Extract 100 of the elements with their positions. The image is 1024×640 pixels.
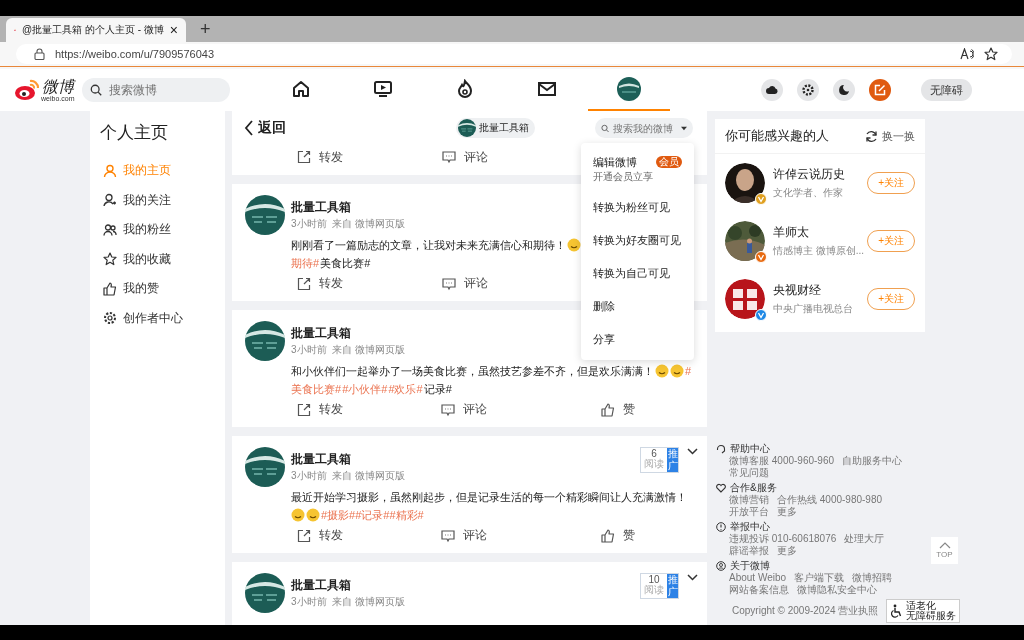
read-aloud-icon[interactable] [960,48,974,60]
author-name[interactable]: 批量工具箱 [291,199,351,215]
footer-link[interactable]: 辟谣举报 [729,545,769,557]
footer-link[interactable]: 微博招聘 [852,572,893,584]
user-name[interactable]: 央视财经 [773,282,860,299]
search-input[interactable]: 搜索微博 [108,83,223,97]
menu-item[interactable]: 转换为粉丝可见 [581,191,694,224]
action-button[interactable]: 赞 [540,527,695,544]
accessibility-badge[interactable]: 适老化 无障碍服务 [886,599,961,623]
footer-link[interactable]: About Weibo [729,572,787,584]
thumbs-up-icon [600,528,615,543]
browser-tab[interactable]: @批量工具箱 的个人主页 - 微博 × [6,18,186,42]
comment-icon [441,150,456,164]
promote-tag[interactable]: 推广 [667,448,678,472]
action-button[interactable]: 转发 [232,527,387,544]
user-name[interactable]: 羊师太 [773,224,860,241]
read-count-badge[interactable]: 6 阅读 推广 [640,447,679,473]
thumbs-up-icon [103,281,117,296]
copyright-text: Copyright © 2009-2024 营业执照 [732,604,879,618]
menu-item[interactable]: 转换为好友圈可见 [581,224,694,257]
user-description: 文化学者、作家 [773,186,844,200]
read-label: 阅读 [644,585,664,595]
sidebar-item[interactable]: 我的赞 [100,274,225,304]
toolbar-button[interactable] [761,79,783,101]
read-count: 6 [651,449,657,459]
footer-link[interactable]: 开放平台 [729,506,769,518]
address-bar[interactable]: https://weibo.com/u/7909576043 [16,44,1012,64]
post-text: 最近开始学习摄影，虽然刚起步，但是记录生活的每一个精彩瞬间让人充满激情！ [291,490,687,505]
footer-link[interactable]: 微博客服 4000-960-960 [729,455,835,467]
promote-tag[interactable]: 推广 [667,574,678,598]
settings-icon [802,84,814,96]
share-icon [297,150,311,164]
cloud-icon [766,85,778,95]
search-input[interactable]: 搜索我的微博 [613,122,678,134]
footer-link[interactable]: 网站备案信息 [729,584,789,596]
toolbar-button[interactable] [797,79,819,101]
footer-link[interactable]: 自助服务中心 [842,455,903,467]
caret-icon[interactable] [681,125,687,131]
post-meta: 3小时前 来自 微博网页版 [291,469,405,482]
footer-link[interactable]: 微博营销 [729,494,769,506]
share-icon [297,528,311,543]
menu-item[interactable]: 编辑微博 会员 开通会员立享 [581,147,694,191]
video-icon [373,79,394,99]
back-to-top-button[interactable]: TOP [931,537,958,564]
author-name[interactable]: 批量工具箱 [291,451,351,467]
url-text: https://weibo.com/u/7909576043 [55,48,214,60]
action-button[interactable]: 转发 [232,275,387,292]
chevron-down-icon[interactable] [687,448,698,455]
action-button[interactable]: 转发 [232,148,387,166]
action-button[interactable]: 评论 [387,148,542,166]
emoji-icon [291,508,305,522]
sidebar-item[interactable]: 创作者中心 [100,303,225,333]
accessibility-button[interactable]: 无障碍 [921,79,972,101]
footer-link[interactable]: 违规投诉 010-60618076 [729,533,837,545]
sidebar-title: 个人主页 [100,122,169,144]
mail-icon [537,79,558,99]
emoji-icon [670,364,684,378]
star-icon [103,252,117,267]
refresh-button[interactable]: 换一换 [865,128,915,144]
back-button[interactable]: 返回 [244,119,286,137]
close-icon[interactable]: × [169,22,178,38]
search-field[interactable]: 搜索我的微博 [595,118,693,138]
footer-link[interactable]: 更多 [777,545,797,557]
star-icon[interactable] [984,47,998,61]
footer-link[interactable]: 客户端下载 [794,572,845,584]
footer-heading: 关于微博 [730,560,770,572]
footer-link[interactable]: 微博隐私安全中心 [797,584,877,596]
author-name[interactable]: 批量工具箱 [291,577,351,593]
footer-link[interactable]: 处理大厅 [844,533,885,545]
user-name[interactable]: 许倬云说历史 [773,166,860,183]
comment-icon [441,276,456,291]
search-field[interactable]: 搜索微博 [82,78,231,102]
action-button[interactable]: 评论 [386,527,541,544]
action-button[interactable]: 赞 [540,401,695,418]
logo-name: 微博 [41,78,74,95]
sidebar-item[interactable]: 我的关注 [100,185,225,215]
author-name[interactable]: 批量工具箱 [291,325,351,341]
footer-link[interactable]: 常见问题 [729,467,769,479]
post-text: 美食比赛# [320,256,371,271]
thumbs-up-icon [600,402,615,417]
action-button[interactable]: 评论 [387,275,542,292]
menu-item[interactable]: 转换为自己可见 [581,257,694,290]
person-icon [103,163,117,178]
menu-item[interactable]: 分享 [581,323,694,356]
read-count-badge[interactable]: 10 阅读 推广 [640,573,679,599]
user-chip[interactable]: 批量工具箱 [456,118,535,138]
footer-link[interactable]: 更多 [777,506,797,518]
action-button[interactable]: 评论 [386,401,541,418]
footer-link[interactable]: 合作热线 4000-980-980 [777,494,883,506]
read-count: 10 [648,575,660,585]
new-tab-button[interactable]: + [200,19,211,39]
footer-heading: 帮助中心 [730,443,770,455]
chevron-down-icon[interactable] [687,574,698,581]
refresh-icon [865,129,878,143]
edit-icon [874,84,886,96]
menu-item[interactable]: 删除 [581,290,694,323]
action-button[interactable]: 转发 [232,401,387,418]
sidebar-item[interactable]: 我的粉丝 [100,215,225,245]
toolbar-button[interactable] [833,79,855,101]
sidebar-item[interactable]: 我的收藏 [100,244,225,274]
